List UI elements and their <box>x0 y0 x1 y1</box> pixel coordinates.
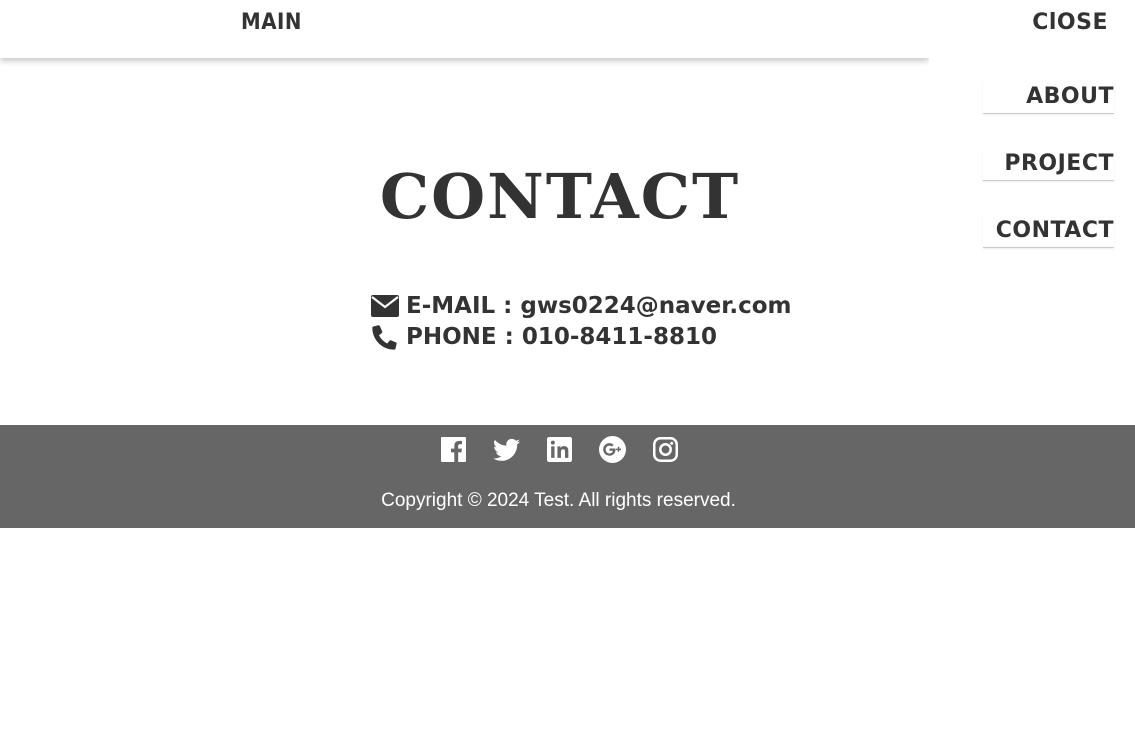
close-menu-button[interactable]: ClOSE <box>1032 10 1108 35</box>
main-nav-link[interactable]: MAIN <box>241 10 302 35</box>
social-links <box>0 436 1135 463</box>
contact-info: E-MAIL : gws0224@naver.com PHONE : 010-8… <box>370 290 791 352</box>
footer: Copyright © 2024 Test. All rights reserv… <box>0 425 1135 528</box>
phone-icon <box>370 324 400 350</box>
email-row: E-MAIL : gws0224@naver.com <box>370 290 791 321</box>
nav-item-project[interactable]: PROJECT <box>983 149 1114 181</box>
top-header-bar: MAIN <box>0 0 929 58</box>
facebook-icon[interactable] <box>440 436 467 463</box>
envelope-icon <box>370 293 400 319</box>
twitter-icon[interactable] <box>492 436 520 463</box>
linkedin-icon[interactable] <box>546 436 573 463</box>
google-plus-icon[interactable] <box>598 436 626 463</box>
nav-item-contact[interactable]: CONTACT <box>983 216 1114 248</box>
email-text[interactable]: E-MAIL : gws0224@naver.com <box>406 293 791 319</box>
instagram-icon[interactable] <box>652 436 679 463</box>
phone-text[interactable]: PHONE : 010-8411-8810 <box>406 324 717 350</box>
side-nav-panel: ClOSE ABOUT PROJECT CONTACT <box>929 0 1135 300</box>
nav-item-about[interactable]: ABOUT <box>983 82 1114 114</box>
phone-row: PHONE : 010-8411-8810 <box>370 321 791 352</box>
copyright-text: Copyright © 2024 Test. All rights reserv… <box>381 490 736 511</box>
